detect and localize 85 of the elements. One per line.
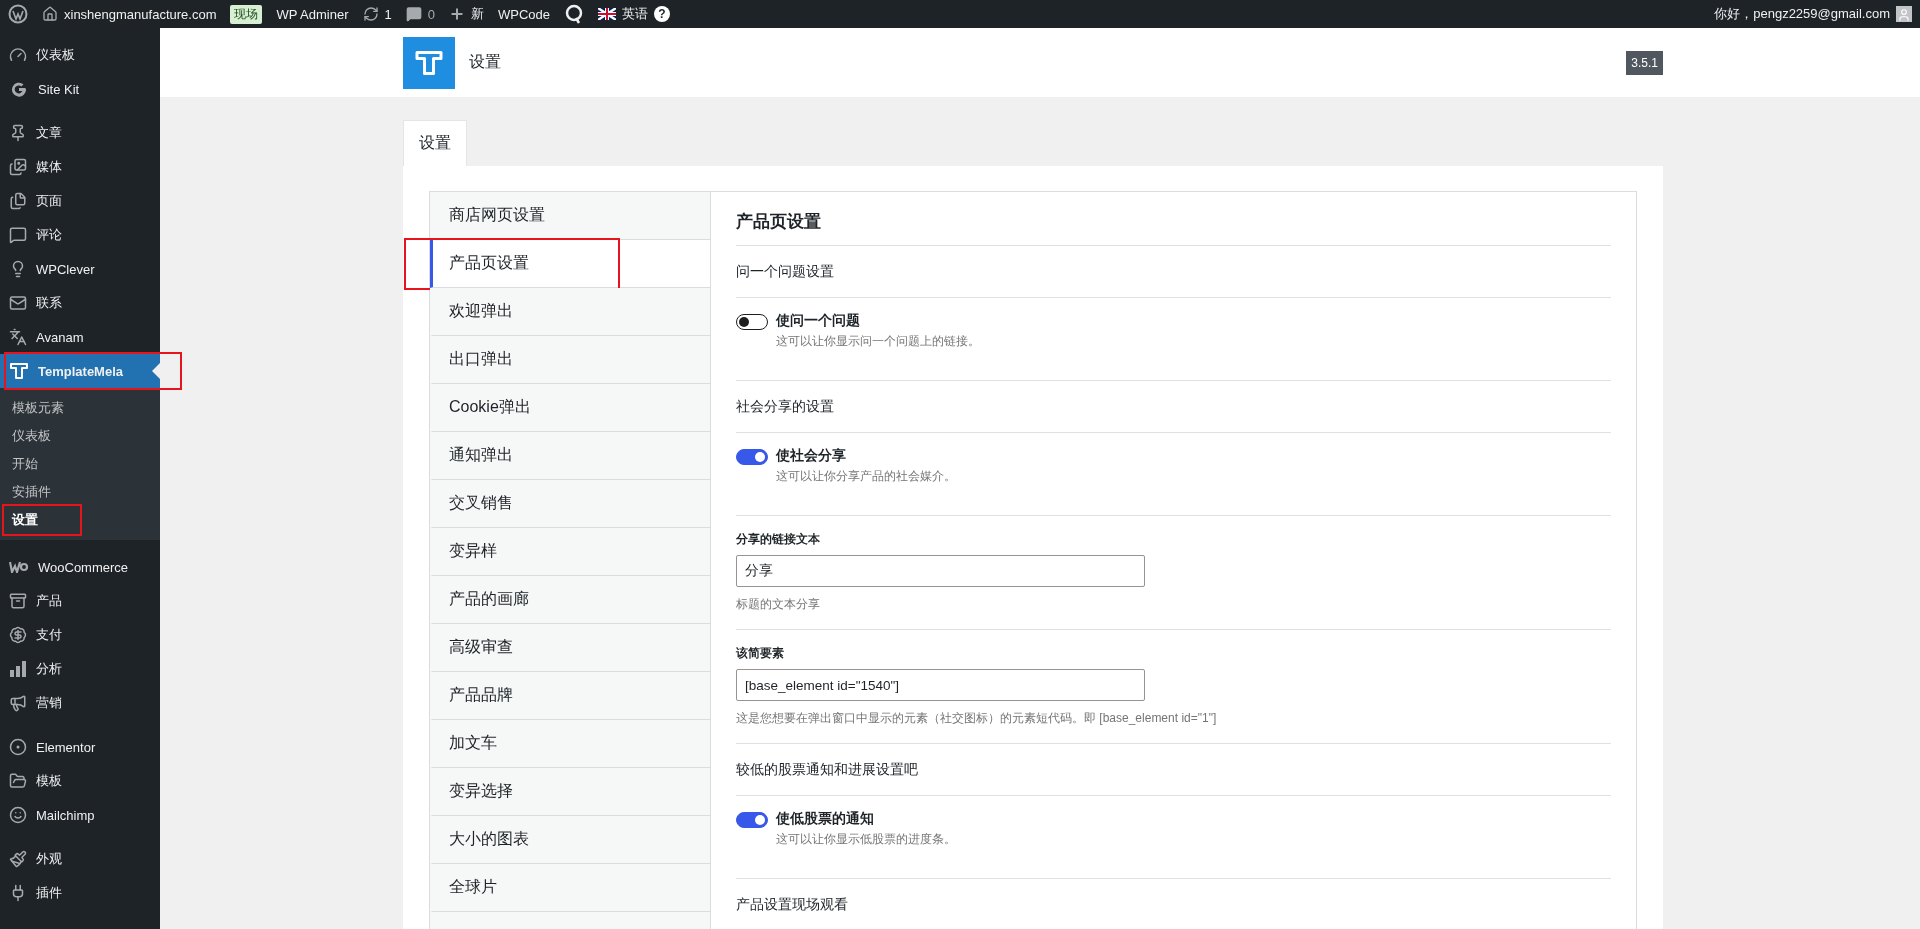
page-title: 设置	[469, 52, 501, 72]
sidebar-item[interactable]: 模板	[0, 764, 160, 798]
field-label: 该简要素	[736, 646, 785, 661]
sidebar-item[interactable]: 页面	[0, 184, 160, 218]
language-icon	[9, 328, 27, 346]
sidebar-item[interactable]: 文章	[0, 116, 160, 150]
toggle-switch[interactable]	[736, 812, 768, 828]
toggle-description: 这可以让你分享产品的社会媒介。	[776, 468, 956, 485]
settings-nav-item[interactable]: 产品页设置	[430, 240, 710, 288]
wpcode-link[interactable]: WPCode	[497, 6, 550, 22]
woo-logo-icon	[9, 561, 29, 573]
sidebar-item[interactable]: Site Kit	[0, 72, 160, 106]
updates-link[interactable]: 1	[362, 6, 392, 22]
sidebar-item[interactable]: 产品	[0, 584, 160, 618]
sidebar-item[interactable]: Elementor	[0, 730, 160, 764]
field-help-text: 这是您想要在弹出窗口中显示的元素（社交图标）的元素短代码。即 [base_element id="1"]	[736, 710, 1218, 727]
section-heading: 较低的股票通知和进展设置吧	[736, 761, 919, 779]
toggle-label: 使问一个问题	[776, 312, 861, 330]
panel-title: 产品页设置	[736, 192, 1611, 246]
sidebar-item[interactable]: 外观	[0, 842, 160, 876]
section-heading: 社会分享的设置	[736, 398, 835, 416]
submenu-item[interactable]: 设置	[0, 506, 160, 534]
t-logo-icon	[9, 361, 29, 381]
sidebar-item[interactable]: 营销	[0, 686, 160, 720]
toggle-description: 这可以让你显示低股票的进度条。	[776, 831, 956, 848]
refresh-icon	[362, 6, 379, 22]
toggle-label: 使社会分享	[776, 447, 847, 465]
sidebar-item[interactable]: Avanam	[0, 320, 160, 354]
toggle-switch[interactable]	[736, 449, 768, 465]
bar-chart-icon	[9, 660, 27, 678]
environment-badge: 现场	[230, 4, 263, 24]
gauge-icon	[9, 46, 27, 64]
comment-icon	[405, 6, 422, 22]
sidebar-item[interactable]: 评论	[0, 218, 160, 252]
section-heading: 产品设置现场观看	[736, 896, 849, 914]
sidebar-item[interactable]: WooCommerce	[0, 550, 160, 584]
current-pointer-icon	[152, 363, 160, 379]
toggle-switch[interactable]	[736, 314, 768, 330]
sidebar-item[interactable]: 联系	[0, 286, 160, 320]
dollar-icon	[9, 626, 27, 644]
paintbrush-icon	[9, 850, 27, 868]
submenu-item[interactable]: 模板元素	[0, 394, 160, 422]
site-link[interactable]: xinshengmanufacture.com	[42, 6, 217, 22]
section-heading: 问一个问题设置	[736, 263, 835, 281]
flag-icon	[598, 8, 616, 20]
settings-nav-item[interactable]: 欢迎弹出	[430, 288, 710, 336]
input-field[interactable]: 分享	[736, 555, 1145, 587]
language-switcher[interactable]: 英语 ?	[598, 5, 670, 23]
plugin-logo-icon[interactable]	[564, 4, 584, 24]
sidebar-item[interactable]: 媒体	[0, 150, 160, 184]
home-icon	[42, 6, 58, 22]
sidebar-item[interactable]: 分析	[0, 652, 160, 686]
pin-icon	[9, 124, 27, 142]
plus-icon	[448, 6, 465, 22]
media-icon	[9, 158, 27, 176]
circle-logo-icon	[9, 738, 27, 756]
help-icon[interactable]: ?	[654, 6, 670, 22]
comment-icon	[9, 226, 27, 244]
sidebar-item[interactable]: 插件	[0, 876, 160, 910]
submenu-item[interactable]: 开始	[0, 450, 160, 478]
megaphone-icon	[9, 694, 27, 712]
version-badge: 3.5.1	[1626, 50, 1663, 75]
field-help-text: 标题的文本分享	[736, 596, 821, 613]
adminer-link[interactable]: WP Adminer	[276, 6, 349, 22]
account-link[interactable]: 你好，pengz2259@gmail.com	[1714, 5, 1912, 23]
toggle-label: 使低股票的通知	[776, 810, 875, 828]
mail-icon	[9, 294, 27, 312]
archive-icon	[9, 592, 27, 610]
sidebar-item[interactable]: TemplateMela	[0, 354, 160, 388]
avatar-icon	[1896, 6, 1912, 22]
input-field[interactable]: [base_element id="1540"]	[736, 669, 1145, 701]
comments-link[interactable]: 0	[405, 6, 435, 22]
settings-tab[interactable]: 设置	[403, 120, 467, 166]
sidebar-item[interactable]: 支付	[0, 618, 160, 652]
pages-icon	[9, 192, 27, 210]
wordpress-logo-icon[interactable]	[8, 4, 28, 24]
toggle-description: 这可以让你显示问一个问题上的链接。	[776, 333, 980, 350]
field-label: 分享的链接文本	[736, 532, 821, 547]
folder-icon	[9, 772, 27, 790]
new-link[interactable]: 新	[448, 5, 484, 23]
sidebar-item[interactable]: 仪表板	[0, 38, 160, 72]
sidebar-item[interactable]: WPClever	[0, 252, 160, 286]
submenu-item[interactable]: 仪表板	[0, 422, 160, 450]
sidebar-item[interactable]: Mailchimp	[0, 798, 160, 832]
submenu-item[interactable]: 安插件	[0, 478, 160, 506]
